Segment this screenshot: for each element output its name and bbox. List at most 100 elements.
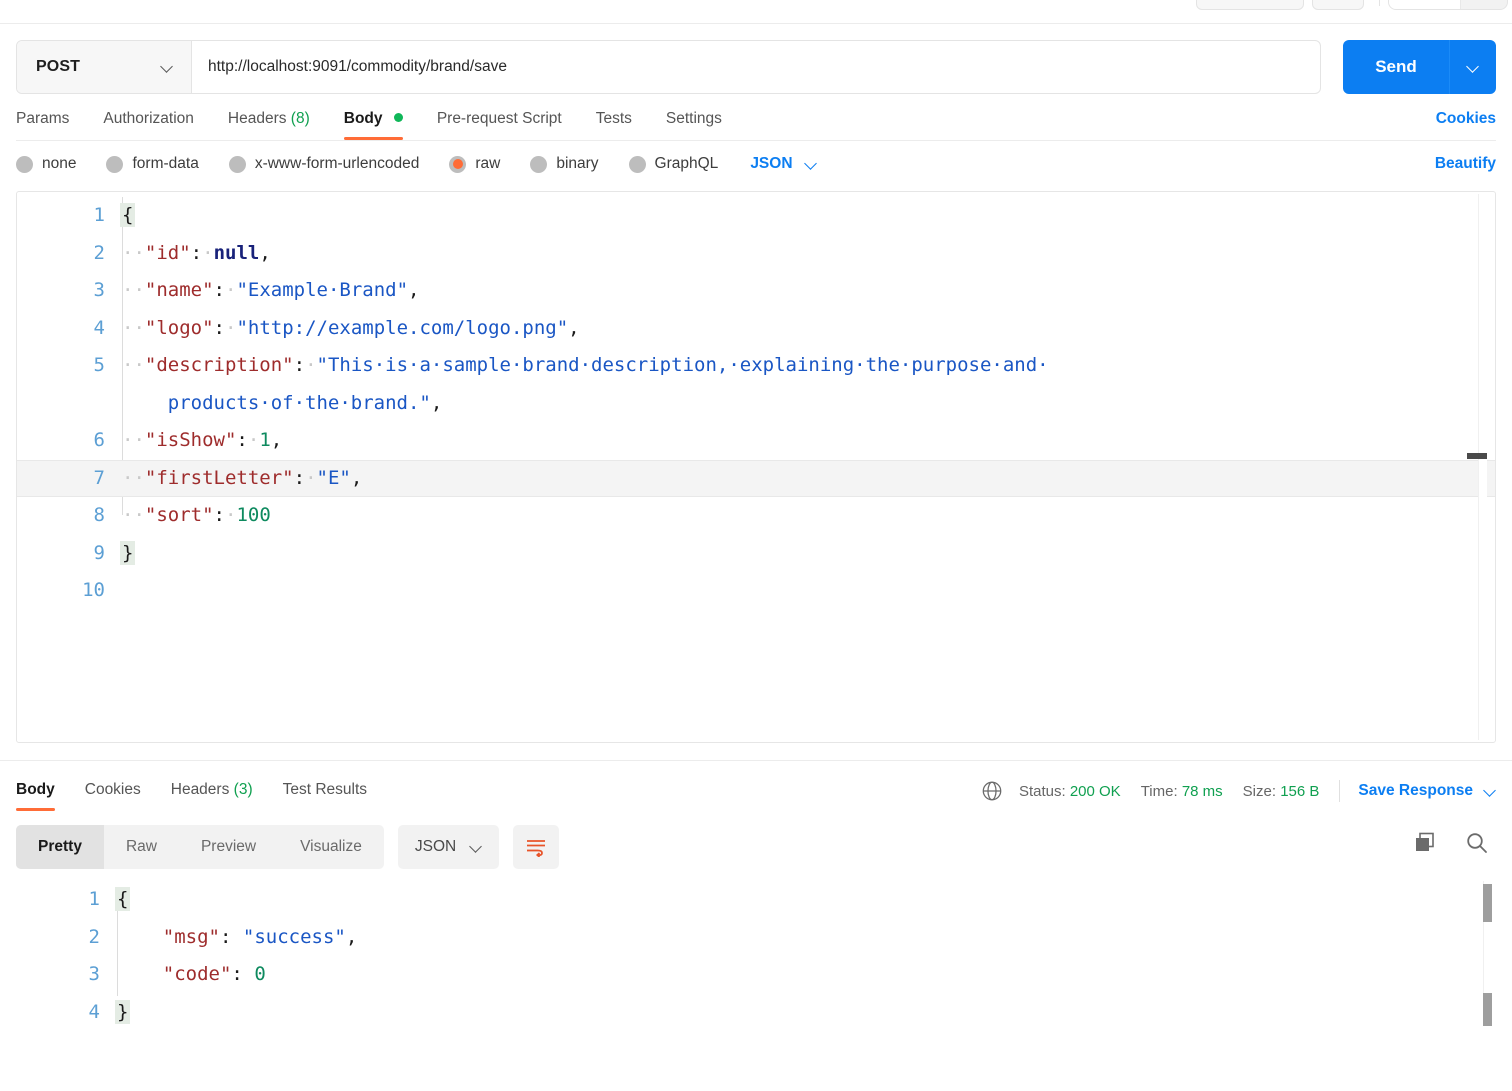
editor-scrollbar[interactable] <box>1478 194 1487 740</box>
whitespace: ·· <box>122 504 145 526</box>
response-format-label: JSON <box>414 838 457 855</box>
environment-selector-partial[interactable] <box>1388 0 1508 10</box>
colon: : <box>213 504 225 526</box>
code-line-active: 7 ··"firstLetter":·"E", <box>17 459 1495 497</box>
json-number: 1 <box>259 429 271 451</box>
colon: : <box>293 354 306 376</box>
whitespace: ·· <box>122 241 145 264</box>
cookies-link[interactable]: Cookies <box>1436 110 1496 128</box>
tab-tests[interactable]: Tests <box>596 110 632 140</box>
colon: : <box>219 925 232 948</box>
radio-icon <box>228 155 246 173</box>
code-line: 1 { <box>17 197 1495 235</box>
tab-headers[interactable]: Headers (8) <box>228 110 310 140</box>
tab-authorization[interactable]: Authorization <box>103 110 193 140</box>
request-body-editor[interactable]: 1 { 2 ··"id":·null, 3 ··"name":·"Example… <box>16 191 1496 743</box>
comma: , <box>270 429 283 451</box>
tab-settings[interactable]: Settings <box>666 110 722 140</box>
copy-button[interactable] <box>1412 830 1438 861</box>
search-button[interactable] <box>1464 830 1490 861</box>
json-key: "description" <box>144 354 294 376</box>
line-content: "code": 0 <box>117 956 1512 994</box>
toolbar-extra-button-partial[interactable] <box>1312 0 1364 10</box>
comma: , <box>568 316 580 339</box>
response-scroll-thumb-bottom[interactable] <box>1483 993 1492 1026</box>
response-tab-headers[interactable]: Headers (3) <box>171 781 253 811</box>
search-icon <box>1467 833 1487 853</box>
body-type-raw[interactable]: raw <box>449 155 500 173</box>
json-key: "sort" <box>144 504 214 526</box>
toolbar-divider <box>1379 0 1380 6</box>
url-input[interactable]: http://localhost:9091/commodity/brand/sa… <box>192 41 1320 93</box>
send-group: Send <box>1343 40 1496 94</box>
radio-icon <box>106 155 124 173</box>
view-mode-visualize[interactable]: Visualize <box>278 825 384 869</box>
body-type-label: GraphQL <box>654 155 719 172</box>
radio-icon <box>628 155 646 173</box>
response-code: 1 { 2 "msg": "success", 3 "code": 0 4 } <box>0 881 1512 1026</box>
line-content: ··"name":·"Example·Brand", <box>122 272 1495 310</box>
headers-count: (8) <box>290 110 310 127</box>
response-format-dropdown[interactable]: JSON <box>397 825 500 869</box>
view-mode-raw[interactable]: Raw <box>104 825 179 869</box>
json-key: "id" <box>144 241 191 264</box>
line-number: 2 <box>93 241 105 264</box>
send-options-button[interactable] <box>1449 40 1496 94</box>
chevron-down-icon <box>470 841 482 853</box>
tab-pre-request-script[interactable]: Pre-request Script <box>437 110 562 140</box>
line-number: 6 <box>93 429 105 451</box>
line-number: 3 <box>93 279 105 301</box>
request-code: 1 { 2 ··"id":·null, 3 ··"name":·"Example… <box>17 192 1495 610</box>
response-body-editor[interactable]: 1 { 2 "msg": "success", 3 "code": 0 4 } <box>0 881 1512 1026</box>
whitespace: · <box>224 504 237 526</box>
json-string: products·of·the·brand." <box>167 391 431 414</box>
http-method-dropdown[interactable]: POST <box>17 41 192 93</box>
body-type-binary[interactable]: binary <box>530 155 599 173</box>
code-line: 1 { <box>0 881 1512 919</box>
code-line: 10 <box>17 572 1495 610</box>
radio-icon <box>16 155 33 173</box>
line-number: 8 <box>93 504 105 526</box>
raw-format-dropdown[interactable]: JSON <box>750 155 816 173</box>
body-type-form-data[interactable]: form-data <box>106 155 199 173</box>
tab-label: Body <box>16 781 55 798</box>
tab-body[interactable]: Body <box>343 110 403 140</box>
json-null: null <box>213 241 260 264</box>
body-type-none[interactable]: none <box>16 155 76 173</box>
view-mode-pretty[interactable]: Pretty <box>16 825 104 869</box>
comma: , <box>345 925 358 948</box>
time-label: Time: <box>1140 782 1178 800</box>
word-wrap-button[interactable] <box>513 825 560 869</box>
response-scroll-thumb-top[interactable] <box>1483 884 1492 922</box>
body-type-graphql[interactable]: GraphQL <box>628 155 719 173</box>
json-string: "success" <box>242 925 346 948</box>
response-tab-body[interactable]: Body <box>16 781 55 811</box>
save-response-button[interactable]: Save Response <box>1358 782 1496 800</box>
colon: : <box>231 963 243 985</box>
chevron-down-icon <box>1467 61 1479 73</box>
view-mode-preview[interactable]: Preview <box>179 825 278 869</box>
body-type-urlencoded[interactable]: x-www-form-urlencoded <box>228 155 419 173</box>
code-line: 3 "code": 0 <box>0 956 1512 994</box>
response-tab-cookies[interactable]: Cookies <box>85 781 141 811</box>
response-tab-test-results[interactable]: Test Results <box>283 781 367 811</box>
tab-label: Tests <box>595 110 632 127</box>
tab-params[interactable]: Params <box>16 110 69 140</box>
tab-label: Authorization <box>103 110 194 127</box>
code-line-wrapped: products·of·the·brand.", <box>17 385 1495 423</box>
editor-scroll-marker <box>1467 453 1487 459</box>
response-toolbar: Pretty Raw Preview Visualize JSON <box>0 811 1512 869</box>
save-button-partial[interactable] <box>1196 0 1304 10</box>
tab-label: Pre-request Script <box>436 110 562 127</box>
send-button[interactable]: Send <box>1343 40 1449 94</box>
line-number: 10 <box>82 579 105 601</box>
response-view-mode-group: Pretty Raw Preview Visualize <box>16 825 384 869</box>
line-number: 4 <box>88 1000 100 1023</box>
whitespace: · <box>247 429 260 451</box>
whitespace: · <box>224 279 237 301</box>
tab-label: Headers <box>170 781 230 798</box>
body-type-label: binary <box>556 155 599 172</box>
line-number: 9 <box>93 541 105 564</box>
beautify-button[interactable]: Beautify <box>1435 155 1496 173</box>
whitespace: ·· <box>122 466 145 489</box>
